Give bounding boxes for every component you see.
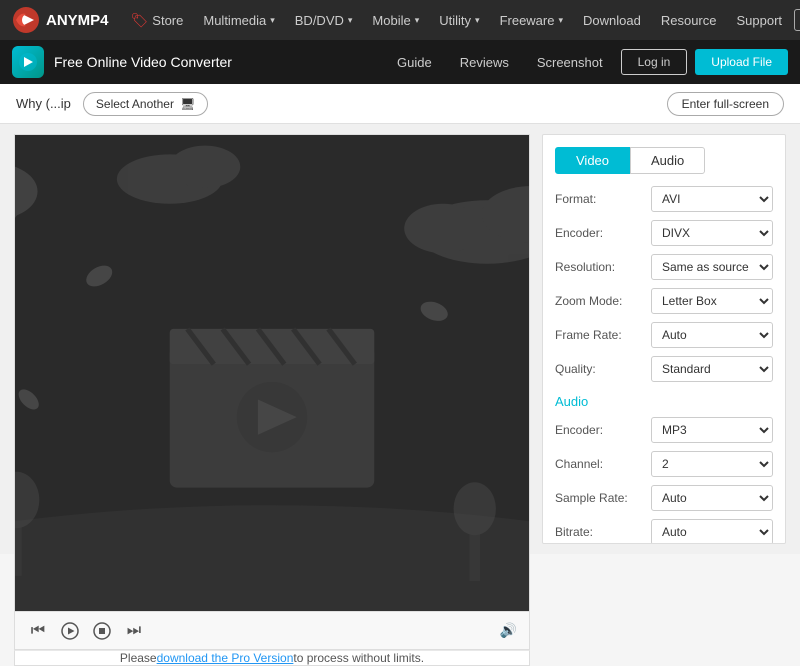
- zoom-mode-row: Zoom Mode: Letter Box Pan Scan Full: [555, 288, 773, 314]
- zoom-mode-label: Zoom Mode:: [555, 294, 645, 308]
- chevron-down-icon: ▾: [270, 15, 275, 26]
- upload-file-button[interactable]: Upload File: [695, 49, 788, 75]
- nav-download[interactable]: Download: [575, 9, 649, 32]
- brand-name: ANYMP4: [46, 12, 109, 29]
- nav-multimedia[interactable]: Multimedia ▾: [195, 9, 282, 32]
- nav-utility-label: Utility: [439, 13, 471, 28]
- chevron-down-icon: ▾: [558, 15, 563, 26]
- monitor-icon: 🖥: [180, 97, 195, 111]
- audio-tab[interactable]: Audio: [630, 147, 705, 174]
- brand-icon: [12, 6, 40, 34]
- nav-support[interactable]: Support: [728, 9, 790, 32]
- chevron-down-icon: ▾: [348, 15, 353, 26]
- play-button[interactable]: [59, 620, 81, 642]
- encoder-select[interactable]: DIVX H.264 MPEG4: [651, 220, 773, 246]
- encoder-label: Encoder:: [555, 226, 645, 240]
- format-row: Format: AVI MP4 MOV MKV: [555, 186, 773, 212]
- top-navigation: ANYMP4 🏷 Store Multimedia ▾ BD/DVD ▾ Mob…: [0, 0, 800, 40]
- sec-nav-links: Guide Reviews Screenshot Log in Upload F…: [387, 49, 788, 75]
- nav-resource-label: Resource: [661, 13, 717, 28]
- fast-forward-button[interactable]: ⏭: [123, 620, 145, 642]
- video-screen: [15, 135, 529, 611]
- why-text: Why (...ip: [16, 96, 71, 111]
- nav-bddvd-label: BD/DVD: [295, 13, 344, 28]
- frame-rate-row: Frame Rate: Auto 24 30 60: [555, 322, 773, 348]
- nav-utility[interactable]: Utility ▾: [431, 9, 487, 32]
- nav-resource[interactable]: Resource: [653, 9, 725, 32]
- screenshot-link[interactable]: Screenshot: [527, 51, 613, 74]
- stop-button[interactable]: [91, 620, 113, 642]
- guide-link[interactable]: Guide: [387, 51, 442, 74]
- login-button[interactable]: Login: [794, 9, 800, 31]
- quality-label: Quality:: [555, 362, 645, 376]
- stop-icon: [93, 622, 111, 640]
- bitrate-label: Bitrate:: [555, 525, 645, 539]
- video-panel: ⏮ ⏭ 🔊: [14, 134, 530, 650]
- chevron-down-icon: ▾: [415, 15, 420, 26]
- nav-mobile-label: Mobile: [372, 13, 410, 28]
- select-another-label: Select Another: [96, 97, 174, 111]
- nav-download-label: Download: [583, 13, 641, 28]
- resolution-row: Resolution: Same as source 1920x1080 128…: [555, 254, 773, 280]
- nav-multimedia-label: Multimedia: [203, 13, 266, 28]
- play-icon: [61, 622, 79, 640]
- store-icon: 🏷: [131, 12, 149, 29]
- nav-bddvd[interactable]: BD/DVD ▾: [287, 9, 361, 32]
- app-title: Free Online Video Converter: [54, 54, 232, 70]
- audio-encoder-label: Encoder:: [555, 423, 645, 437]
- store-label: Store: [152, 13, 183, 28]
- video-wrapper: ⏮ ⏭ 🔊 Please do: [14, 134, 530, 544]
- bottom-info-bar: Please download the Pro Version to proce…: [14, 650, 530, 666]
- nav-support-label: Support: [736, 13, 782, 28]
- bottom-text: Please: [120, 651, 157, 665]
- video-tab[interactable]: Video: [555, 147, 630, 174]
- frame-rate-select[interactable]: Auto 24 30 60: [651, 322, 773, 348]
- sample-rate-label: Sample Rate:: [555, 491, 645, 505]
- audio-section-label: Audio: [555, 394, 773, 409]
- bitrate-row: Bitrate: Auto 128k 256k 320k: [555, 519, 773, 544]
- channel-label: Channel:: [555, 457, 645, 471]
- format-label: Format:: [555, 192, 645, 206]
- nav-freeware[interactable]: Freeware ▾: [492, 9, 571, 32]
- reviews-link[interactable]: Reviews: [450, 51, 519, 74]
- audio-encoder-row: Encoder: MP3 AAC WAV: [555, 417, 773, 443]
- volume-button[interactable]: 🔊: [500, 622, 517, 639]
- select-another-button[interactable]: Select Another 🖥: [83, 92, 208, 116]
- settings-tabs: Video Audio: [555, 147, 773, 174]
- main-area: ⏮ ⏭ 🔊 Please do: [0, 124, 800, 554]
- quality-select[interactable]: Standard High Low: [651, 356, 773, 382]
- resolution-select[interactable]: Same as source 1920x1080 1280x720: [651, 254, 773, 280]
- sample-rate-row: Sample Rate: Auto 44100 48000: [555, 485, 773, 511]
- bitrate-select[interactable]: Auto 128k 256k 320k: [651, 519, 773, 544]
- settings-panel: Video Audio Format: AVI MP4 MOV MKV Enco…: [542, 134, 786, 544]
- sec-login-button[interactable]: Log in: [621, 49, 688, 75]
- nav-freeware-label: Freeware: [500, 13, 555, 28]
- store-nav-item[interactable]: 🏷 Store: [123, 8, 192, 33]
- content-bar: Why (...ip Select Another 🖥 Enter full-s…: [0, 84, 800, 124]
- resolution-label: Resolution:: [555, 260, 645, 274]
- video-background-scene: [15, 135, 529, 611]
- rewind-button[interactable]: ⏮: [27, 620, 49, 642]
- channel-select[interactable]: 2 1 6: [651, 451, 773, 477]
- video-controls-bar: ⏮ ⏭ 🔊: [15, 611, 529, 649]
- quality-row: Quality: Standard High Low: [555, 356, 773, 382]
- app-icon-svg: [18, 52, 38, 72]
- frame-rate-label: Frame Rate:: [555, 328, 645, 342]
- encoder-row: Encoder: DIVX H.264 MPEG4: [555, 220, 773, 246]
- format-select[interactable]: AVI MP4 MOV MKV: [651, 186, 773, 212]
- zoom-mode-select[interactable]: Letter Box Pan Scan Full: [651, 288, 773, 314]
- brand-logo-area[interactable]: ANYMP4: [12, 6, 109, 34]
- download-pro-link[interactable]: download the Pro Version: [157, 651, 294, 665]
- nav-mobile[interactable]: Mobile ▾: [364, 9, 427, 32]
- channel-row: Channel: 2 1 6: [555, 451, 773, 477]
- enter-fullscreen-button[interactable]: Enter full-screen: [667, 92, 784, 116]
- secondary-navigation: Free Online Video Converter Guide Review…: [0, 40, 800, 84]
- sample-rate-select[interactable]: Auto 44100 48000: [651, 485, 773, 511]
- audio-encoder-select[interactable]: MP3 AAC WAV: [651, 417, 773, 443]
- chevron-down-icon: ▾: [475, 15, 480, 26]
- app-icon: [12, 46, 44, 78]
- bottom-suffix: to process without limits.: [293, 651, 424, 665]
